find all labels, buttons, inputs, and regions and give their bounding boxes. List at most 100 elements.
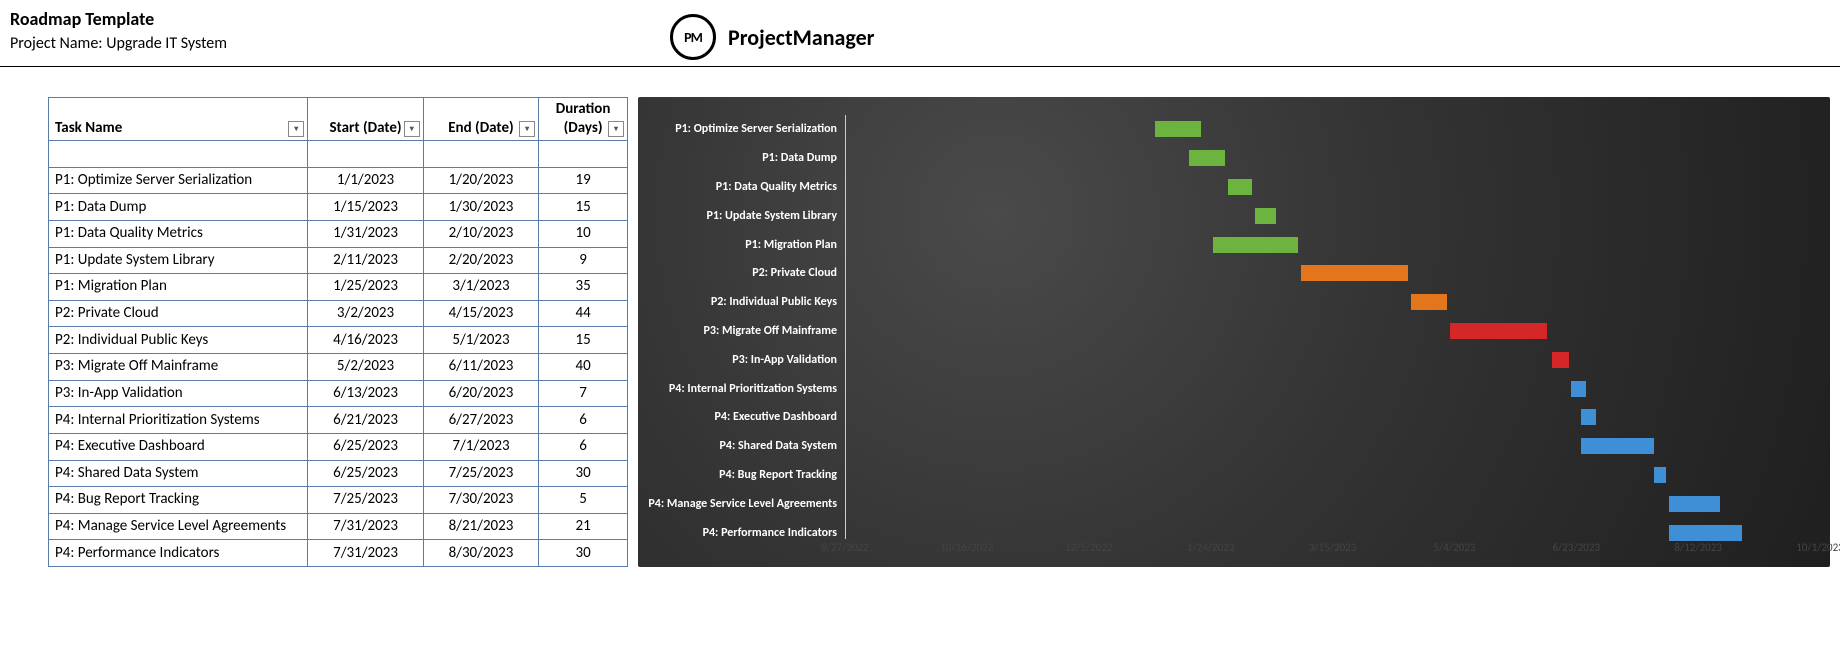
cell-start[interactable]: 7/31/2023 <box>308 540 423 567</box>
cell-end[interactable]: 2/20/2023 <box>423 247 538 274</box>
cell-end[interactable]: 1/30/2023 <box>423 194 538 221</box>
gantt-bar <box>1581 409 1596 425</box>
cell-task[interactable]: P4: Internal Prioritization Systems <box>49 407 308 434</box>
cell-end[interactable]: 6/20/2023 <box>423 380 538 407</box>
cell-end[interactable]: 7/25/2023 <box>423 460 538 487</box>
filter-dropdown-icon[interactable]: ▾ <box>404 121 420 137</box>
cell-end[interactable]: 7/1/2023 <box>423 433 538 460</box>
cell-start[interactable]: 7/25/2023 <box>308 487 423 514</box>
cell-start[interactable]: 4/16/2023 <box>308 327 423 354</box>
cell-start[interactable]: 1/1/2023 <box>308 167 423 194</box>
cell-task[interactable]: P3: In-App Validation <box>49 380 308 407</box>
table-row[interactable]: P3: In-App Validation6/13/20236/20/20237 <box>49 380 628 407</box>
cell-end[interactable]: 6/27/2023 <box>423 407 538 434</box>
cell-task[interactable]: P4: Executive Dashboard <box>49 433 308 460</box>
gantt-row-label: P2: Individual Public Keys <box>638 288 845 317</box>
cell-task[interactable]: P2: Private Cloud <box>49 300 308 327</box>
cell-start[interactable]: 6/13/2023 <box>308 380 423 407</box>
filter-dropdown-icon[interactable]: ▾ <box>608 121 624 137</box>
cell-task[interactable]: P4: Shared Data System <box>49 460 308 487</box>
cell-task[interactable]: P4: Bug Report Tracking <box>49 487 308 514</box>
gantt-bar <box>1411 294 1448 310</box>
gantt-row-label: P3: Migrate Off Mainframe <box>638 317 845 346</box>
cell-task[interactable]: P4: Performance Indicators <box>49 540 308 567</box>
cell-start[interactable]: 1/25/2023 <box>308 274 423 301</box>
cell-duration[interactable]: 9 <box>539 247 628 274</box>
cell-start[interactable]: 2/11/2023 <box>308 247 423 274</box>
table-row[interactable]: P4: Internal Prioritization Systems6/21/… <box>49 407 628 434</box>
cell-end[interactable]: 8/21/2023 <box>423 513 538 540</box>
gantt-bar <box>1571 381 1586 397</box>
cell-duration[interactable]: 10 <box>539 220 628 247</box>
x-axis-tick: 10/16/2022 <box>940 541 993 554</box>
cell-start[interactable]: 5/2/2023 <box>308 354 423 381</box>
cell-task[interactable]: P4: Manage Service Level Agreements <box>49 513 308 540</box>
cell-task[interactable]: P2: Individual Public Keys <box>49 327 308 354</box>
page-title: Roadmap Template <box>10 8 670 30</box>
cell-duration[interactable]: 21 <box>539 513 628 540</box>
table-row[interactable]: P3: Migrate Off Mainframe5/2/20236/11/20… <box>49 354 628 381</box>
cell-duration[interactable]: 30 <box>539 460 628 487</box>
col-header-duration[interactable]: Duration(Days) ▾ <box>539 98 628 141</box>
gantt-row-label: P4: Performance Indicators <box>638 518 845 547</box>
cell-duration[interactable]: 44 <box>539 300 628 327</box>
table-row[interactable]: P1: Data Dump1/15/20231/30/202315 <box>49 194 628 221</box>
table-row[interactable]: P1: Update System Library2/11/20232/20/2… <box>49 247 628 274</box>
cell-task[interactable]: P1: Optimize Server Serialization <box>49 167 308 194</box>
cell-duration[interactable]: 40 <box>539 354 628 381</box>
gantt-bar <box>1301 265 1408 281</box>
cell-duration[interactable]: 5 <box>539 487 628 514</box>
filter-dropdown-icon[interactable]: ▾ <box>519 121 535 137</box>
gantt-row-label: P4: Bug Report Tracking <box>638 461 845 490</box>
x-axis-tick: 8/12/2023 <box>1674 541 1722 554</box>
cell-end[interactable]: 1/20/2023 <box>423 167 538 194</box>
brand: PM ProjectManager <box>670 14 874 60</box>
cell-end[interactable]: 3/1/2023 <box>423 274 538 301</box>
table-row[interactable]: P1: Migration Plan1/25/20233/1/202335 <box>49 274 628 301</box>
project-name-line: Project Name: Upgrade IT System <box>10 34 670 53</box>
table-row[interactable]: P4: Shared Data System6/25/20237/25/2023… <box>49 460 628 487</box>
cell-duration[interactable]: 19 <box>539 167 628 194</box>
table-row <box>49 141 628 168</box>
table-row[interactable]: P1: Optimize Server Serialization1/1/202… <box>49 167 628 194</box>
x-axis-tick: 5/4/2023 <box>1433 541 1475 554</box>
gantt-row-label: P1: Migration Plan <box>638 230 845 259</box>
cell-end[interactable]: 8/30/2023 <box>423 540 538 567</box>
cell-start[interactable]: 6/25/2023 <box>308 433 423 460</box>
col-header-end[interactable]: End (Date) ▾ <box>423 98 538 141</box>
table-row[interactable]: P4: Manage Service Level Agreements7/31/… <box>49 513 628 540</box>
cell-end[interactable]: 4/15/2023 <box>423 300 538 327</box>
cell-start[interactable]: 1/15/2023 <box>308 194 423 221</box>
cell-task[interactable]: P1: Migration Plan <box>49 274 308 301</box>
cell-end[interactable]: 5/1/2023 <box>423 327 538 354</box>
cell-start[interactable]: 7/31/2023 <box>308 513 423 540</box>
cell-duration[interactable]: 6 <box>539 433 628 460</box>
col-header-start[interactable]: Start (Date) ▾ <box>308 98 423 141</box>
cell-duration[interactable]: 35 <box>539 274 628 301</box>
table-row[interactable]: P1: Data Quality Metrics1/31/20232/10/20… <box>49 220 628 247</box>
table-row[interactable]: P4: Executive Dashboard6/25/20237/1/2023… <box>49 433 628 460</box>
filter-dropdown-icon[interactable]: ▾ <box>288 121 304 137</box>
col-header-task[interactable]: Task Name ▾ <box>49 98 308 141</box>
table-row[interactable]: P2: Individual Public Keys4/16/20235/1/2… <box>49 327 628 354</box>
cell-task[interactable]: P1: Data Quality Metrics <box>49 220 308 247</box>
cell-duration[interactable]: 15 <box>539 194 628 221</box>
table-row[interactable]: P2: Private Cloud3/2/20234/15/202344 <box>49 300 628 327</box>
cell-duration[interactable]: 6 <box>539 407 628 434</box>
cell-duration[interactable]: 15 <box>539 327 628 354</box>
cell-task[interactable]: P1: Update System Library <box>49 247 308 274</box>
cell-end[interactable]: 6/11/2023 <box>423 354 538 381</box>
cell-start[interactable]: 6/25/2023 <box>308 460 423 487</box>
cell-start[interactable]: 1/31/2023 <box>308 220 423 247</box>
table-row[interactable]: P4: Performance Indicators7/31/20238/30/… <box>49 540 628 567</box>
cell-duration[interactable]: 7 <box>539 380 628 407</box>
cell-end[interactable]: 2/10/2023 <box>423 220 538 247</box>
gantt-bar <box>1581 438 1654 454</box>
cell-start[interactable]: 3/2/2023 <box>308 300 423 327</box>
cell-start[interactable]: 6/21/2023 <box>308 407 423 434</box>
cell-task[interactable]: P3: Migrate Off Mainframe <box>49 354 308 381</box>
cell-end[interactable]: 7/30/2023 <box>423 487 538 514</box>
cell-duration[interactable]: 30 <box>539 540 628 567</box>
cell-task[interactable]: P1: Data Dump <box>49 194 308 221</box>
table-row[interactable]: P4: Bug Report Tracking7/25/20237/30/202… <box>49 487 628 514</box>
